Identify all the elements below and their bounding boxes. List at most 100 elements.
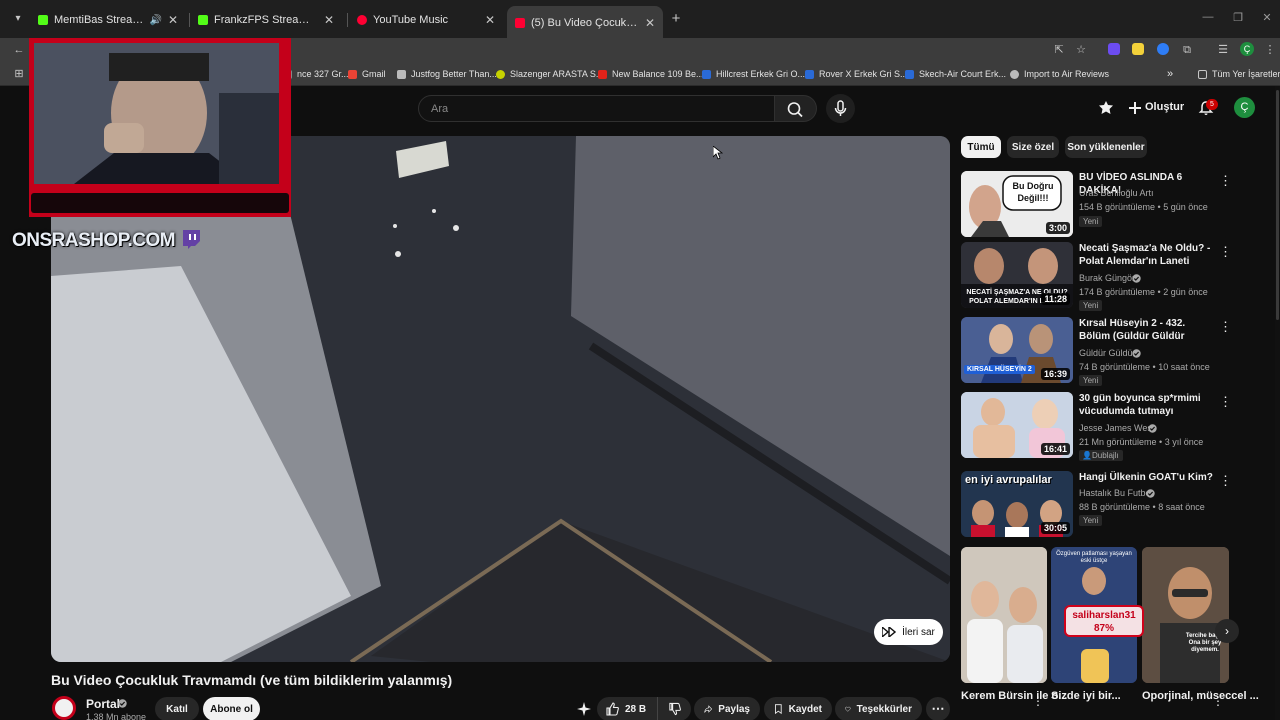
close-tab-icon[interactable]: ✕ [166, 13, 180, 27]
recommendation-title[interactable]: Necati Şaşmaz'a Ne Oldu? - Polat Alemdar… [1079, 242, 1213, 268]
short-title[interactable]: Oporjinal, müseccel ... [1142, 689, 1259, 703]
recommendation-channel[interactable]: Uras Benlioğlu Artı [1079, 188, 1154, 198]
account-avatar[interactable]: Ç [1234, 97, 1255, 118]
studio-icon[interactable] [1097, 99, 1115, 117]
save-button[interactable]: Kaydet [764, 697, 832, 720]
chip-all[interactable]: Tümü [961, 136, 1001, 158]
dislike-button[interactable] [657, 697, 691, 720]
recommendation-channel[interactable]: Hastalık Bu Futbol [1079, 488, 1153, 498]
chip-for-you[interactable]: Size özel [1007, 136, 1059, 158]
more-options-icon[interactable]: ⋮ [1212, 694, 1224, 708]
bookmark-gmail[interactable]: Gmail [348, 67, 386, 81]
verified-icon [1132, 349, 1141, 358]
extension-icon[interactable] [1157, 43, 1169, 55]
back-icon[interactable]: ← [11, 42, 27, 58]
create-button[interactable]: Oluştur [1145, 101, 1184, 113]
voice-search-button[interactable] [826, 94, 855, 123]
reading-list-icon[interactable]: ☰ [1215, 42, 1231, 58]
extensions-puzzle-icon[interactable]: ⧉ [1179, 42, 1195, 58]
search-button[interactable] [775, 95, 817, 122]
chip-recently-uploaded[interactable]: Son yüklenenler [1065, 136, 1147, 158]
extension-icon[interactable] [1108, 43, 1120, 55]
video-thumbnail[interactable]: KIRSAL HÜSEYİN 2 16:39 [961, 317, 1073, 383]
video-thumbnail[interactable]: Bu Doğru Değil!!! 3:00 [961, 171, 1073, 237]
browser-menu-icon[interactable]: ⋮ [1262, 42, 1278, 58]
short-title[interactable]: Sizde iyi bir... [1051, 689, 1121, 703]
recommendation-title[interactable]: Hangi Ülkenin GOAT'u Kim? [1079, 471, 1213, 484]
create-plus-icon[interactable] [1126, 99, 1144, 117]
maximize-icon[interactable]: ❐ [1228, 11, 1248, 24]
dubbed-badge: 👤 Dublajlı [1079, 450, 1123, 461]
bookmark-star-icon[interactable]: ☆ [1073, 42, 1089, 58]
search-input[interactable]: Ara [418, 95, 775, 122]
sponsor-watermark: ONSRASHOP.COM [12, 230, 176, 251]
more-options-icon[interactable]: ⋮ [1219, 173, 1232, 189]
next-shorts-button[interactable]: › [1215, 619, 1239, 643]
bookmark-item[interactable]: Justfog Better Than... [397, 67, 497, 81]
join-button[interactable]: Katıl [155, 697, 199, 720]
more-options-icon[interactable]: ⋮ [1219, 244, 1232, 260]
tab-youtube-video[interactable]: (5) Bu Video Çocukluk Travmamı ✕ [507, 6, 663, 38]
browser-profile-avatar[interactable]: Ç [1240, 42, 1254, 56]
all-bookmarks-folder[interactable]: Tüm Yer İşaretleri [1198, 67, 1280, 81]
like-button[interactable]: 28 B [597, 697, 657, 720]
more-bookmarks-icon[interactable]: » [1167, 67, 1173, 81]
recommendation-item[interactable]: en iyi avrupalılar 30:05 Hangi Ülkenin G… [961, 471, 1261, 537]
more-options-icon[interactable]: ⋮ [1219, 319, 1232, 335]
channel-avatar[interactable] [52, 696, 76, 720]
minimize-icon[interactable]: — [1198, 11, 1218, 23]
recommendation-item[interactable]: KIRSAL HÜSEYİN 2 16:39 Kırsal Hüseyin 2 … [961, 317, 1261, 386]
recommendation-channel[interactable]: Jesse James West [1079, 423, 1154, 433]
folder-icon [1198, 69, 1207, 79]
bookmark-item[interactable]: Rover X Erkek Gri S... [805, 67, 908, 81]
close-tab-icon[interactable]: ✕ [483, 13, 497, 27]
tab-search-icon[interactable]: ▾ [10, 11, 26, 27]
bookmark-item[interactable]: Slazenger ARASTA S... [496, 67, 603, 81]
new-tab-icon[interactable]: + [669, 11, 683, 27]
dubbed-person-icon: 👤 [1082, 451, 1092, 460]
recommendation-item[interactable]: 16:41 30 gün boyunca sp*rmimi vücudumda … [961, 392, 1261, 461]
more-options-icon[interactable]: ⋮ [1032, 694, 1044, 708]
tab-memtibas[interactable]: MemtiBas Stream - Watch Li 🔊 ✕ [36, 8, 186, 32]
more-options-icon[interactable]: ⋮ [1219, 394, 1232, 410]
skip-forward-button[interactable]: İleri sar [874, 619, 943, 645]
speaker-icon[interactable]: 🔊 [150, 15, 162, 26]
close-tab-icon[interactable]: ✕ [322, 13, 336, 27]
video-thumbnail[interactable]: en iyi avrupalılar 30:05 [961, 471, 1073, 537]
kick-icon [38, 15, 48, 25]
channel-name[interactable]: Portal [86, 697, 120, 711]
bookmark-item[interactable]: Skech-Air Court Erk... [905, 67, 1006, 81]
install-app-icon[interactable]: ⇱ [1051, 42, 1067, 58]
video-thumbnail[interactable]: NECATİ ŞAŞMAZ'A NE OLDU? POLAT ALEMDAR'I… [961, 242, 1073, 308]
recommendation-item[interactable]: NECATİ ŞAŞMAZ'A NE OLDU? POLAT ALEMDAR'I… [961, 242, 1261, 311]
thanks-button[interactable]: Teşekkürler [835, 697, 922, 720]
tab-frankzfps[interactable]: FrankzFPS Stream - Watch Live ✕ [196, 8, 342, 32]
share-button[interactable]: Paylaş [694, 697, 760, 720]
page-scrollbar-thumb[interactable] [1276, 90, 1279, 320]
short-caption: Özgüven patlaması yaşayan eski üstçe [1056, 551, 1132, 564]
webcam-image [34, 43, 279, 184]
tab-youtube-music[interactable]: YouTube Music ✕ [355, 8, 503, 32]
gmail-icon [348, 69, 357, 79]
recommendation-channel[interactable]: Güldür Güldür [1079, 348, 1136, 358]
video-thumbnail[interactable]: 16:41 [961, 392, 1073, 458]
close-window-icon[interactable]: ✕ [1257, 11, 1277, 24]
recommendation-item[interactable]: Bu Doğru Değil!!! 3:00 BU VİDEO ASLINDA … [961, 171, 1261, 237]
recommendation-title[interactable]: Kırsal Hüseyin 2 - 432. Bölüm (Güldür Gü… [1079, 317, 1213, 343]
ai-sparkle-icon[interactable] [577, 702, 591, 716]
extension-icon[interactable] [1132, 43, 1144, 55]
recommendation-title[interactable]: 30 gün boyunca sp*rmimi vücudumda tutmay… [1079, 392, 1213, 418]
short-thumbnail[interactable]: Tercihe bağlı. Ona bir şey diyemem. [1142, 547, 1229, 683]
more-options-icon[interactable]: ⋮ [1219, 473, 1232, 489]
bookmark-item[interactable]: Hillcrest Erkek Gri O... [702, 67, 805, 81]
more-actions-icon[interactable]: ⋯ [926, 697, 950, 720]
short-thumbnail[interactable] [961, 547, 1047, 683]
bookmark-item[interactable]: nce 327 Gr... [283, 67, 349, 81]
subscribe-button[interactable]: Abone ol [203, 697, 260, 720]
bookmark-item[interactable]: New Balance 109 Be... [598, 67, 704, 81]
bookmark-item[interactable]: Import to Air Reviews [1010, 67, 1109, 81]
video-duration: 30:05 [1040, 522, 1070, 534]
close-tab-icon[interactable]: ✕ [643, 16, 657, 30]
apps-grid-icon[interactable]: ⊞ [11, 66, 27, 82]
recommendation-channel[interactable]: Burak Güngör [1079, 273, 1135, 283]
